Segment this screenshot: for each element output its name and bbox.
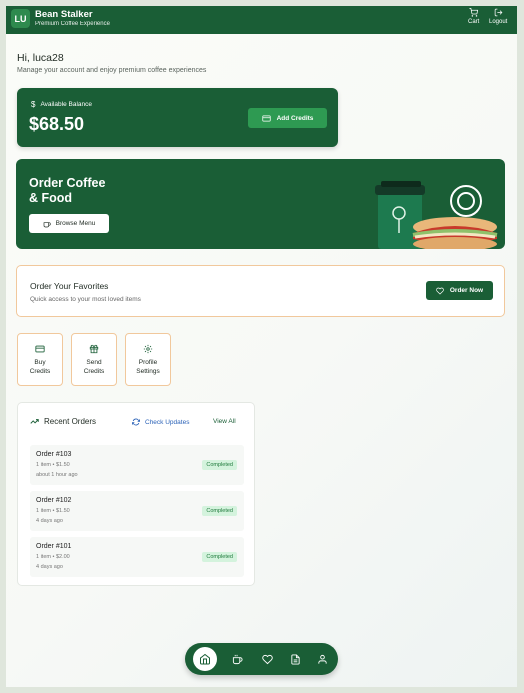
buy-credits-line2: Credits: [29, 367, 51, 375]
status-badge: Completed: [202, 506, 237, 516]
buy-credits-line1: Buy: [34, 358, 46, 366]
nav-home-button[interactable]: [193, 647, 217, 671]
credit-card-icon: [261, 115, 271, 121]
brand-logo[interactable]: LU: [11, 9, 30, 28]
hero-title-line1: Order Coffee: [29, 176, 106, 190]
brand-subtitle: Premium Coffee Experience: [35, 21, 110, 27]
logout-label: Logout: [489, 19, 508, 25]
add-credits-button[interactable]: Add Credits: [248, 108, 327, 128]
recent-orders-card: Recent Orders Check Updates View All Ord…: [17, 402, 255, 586]
status-badge: Completed: [202, 460, 237, 470]
app-frame: LU Bean Stalker Premium Coffee Experienc…: [6, 6, 517, 687]
logout-icon: [494, 8, 503, 17]
favorites-subtitle: Quick access to your most loved items: [30, 296, 141, 303]
top-header: LU Bean Stalker Premium Coffee Experienc…: [6, 6, 517, 34]
order-meta: 1 item • $1.50: [36, 508, 70, 514]
profile-settings-line1: Profile: [138, 358, 158, 366]
gear-icon: [143, 344, 153, 353]
order-now-button[interactable]: Order Now: [426, 281, 493, 300]
add-credits-label: Add Credits: [276, 114, 314, 122]
order-now-label: Order Now: [449, 287, 484, 294]
profile-settings-line2: Settings: [136, 367, 160, 375]
profile-settings-button[interactable]: Profile Settings: [125, 333, 171, 386]
order-row[interactable]: Order #101 1 item • $2.00 4 days ago Com…: [30, 537, 244, 577]
status-badge: Completed: [202, 552, 237, 562]
coffee-cup-icon: [43, 221, 51, 227]
heart-icon: [436, 287, 444, 294]
nav-menu-button[interactable]: [229, 651, 245, 667]
recent-orders-heading: Recent Orders: [30, 417, 96, 426]
check-updates-button[interactable]: Check Updates: [132, 418, 189, 426]
order-meta: 1 item • $2.00: [36, 554, 70, 560]
browse-menu-button[interactable]: Browse Menu: [29, 214, 109, 233]
recent-orders-title: Recent Orders: [44, 417, 97, 426]
gift-icon: [89, 344, 99, 353]
dollar-icon: $: [31, 100, 36, 109]
cart-label: Cart: [468, 19, 480, 25]
nav-orders-button[interactable]: [287, 651, 303, 667]
favorites-title: Order Your Favorites: [30, 281, 109, 291]
home-icon: [200, 653, 210, 665]
balance-label: Available Balance: [40, 101, 93, 108]
trending-up-icon: [30, 419, 39, 424]
cart-icon: [469, 8, 479, 17]
nav-profile-button[interactable]: [314, 651, 330, 667]
order-time: 4 days ago: [36, 564, 63, 570]
greeting-title: Hi, luca28: [17, 52, 64, 64]
favorites-card: Order Your Favorites Quick access to you…: [16, 265, 505, 317]
user-icon: [317, 654, 327, 664]
hero-title: Order Coffee & Food: [29, 176, 149, 206]
brand-title: Bean Stalker: [35, 9, 93, 20]
coffee-icon: [232, 654, 243, 664]
cart-button[interactable]: Cart: [468, 8, 479, 25]
heart-icon: [261, 654, 273, 664]
coffee-sandwich-illustration: [375, 181, 498, 249]
send-credits-line2: Credits: [83, 367, 105, 375]
buy-credits-button[interactable]: Buy Credits: [17, 333, 63, 386]
send-credits-line1: Send: [86, 358, 102, 366]
receipt-icon: [290, 653, 300, 665]
greeting-subtitle: Manage your account and enjoy premium co…: [17, 67, 207, 74]
order-hero-card: Order Coffee & Food Browse Menu: [16, 159, 505, 249]
view-all-link[interactable]: View All: [213, 418, 236, 425]
order-time: 4 days ago: [36, 518, 63, 524]
bottom-nav: [185, 643, 338, 675]
refresh-icon: [132, 418, 140, 426]
balance-amount: $68.50: [29, 114, 85, 134]
order-row[interactable]: Order #102 1 item • $1.50 4 days ago Com…: [30, 491, 244, 531]
browse-menu-label: Browse Menu: [55, 220, 96, 227]
order-time: about 1 hour ago: [36, 472, 78, 478]
order-meta: 1 item • $1.50: [36, 462, 70, 468]
hero-title-line2: & Food: [29, 191, 73, 205]
credit-card-icon: [35, 345, 45, 352]
check-updates-label: Check Updates: [145, 418, 190, 426]
nav-favorites-button[interactable]: [259, 651, 275, 667]
order-id: Order #101: [36, 543, 72, 550]
balance-label-row: $ Available Balance: [31, 100, 92, 109]
order-id: Order #103: [36, 451, 72, 458]
order-row[interactable]: Order #103 1 item • $1.50 about 1 hour a…: [30, 445, 244, 485]
send-credits-button[interactable]: Send Credits: [71, 333, 117, 386]
balance-card: $ Available Balance $68.50 Add Credits: [17, 88, 338, 147]
logout-button[interactable]: Logout: [489, 8, 507, 25]
order-id: Order #102: [36, 497, 72, 504]
